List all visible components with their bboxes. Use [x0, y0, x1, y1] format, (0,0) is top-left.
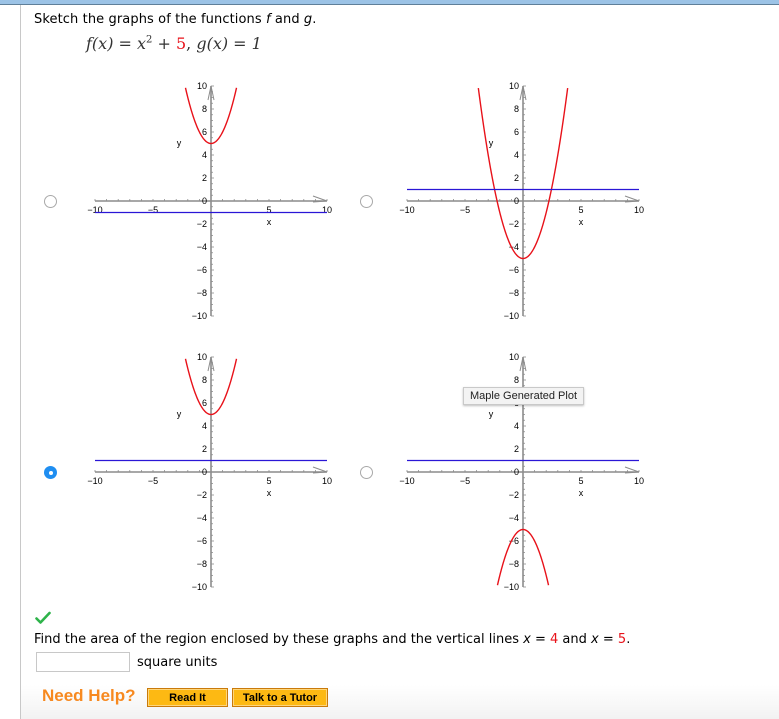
followup-and: and	[558, 632, 592, 647]
y-tick-label: 8	[514, 375, 519, 385]
x-tick-label: 10	[634, 476, 644, 486]
x-tick-label: −5	[460, 476, 470, 486]
x-tick-label: 5	[578, 476, 583, 486]
plot-option-d: −10−5510−10−8−6−4−20246810xy	[399, 352, 644, 592]
eq2: =	[598, 632, 618, 647]
y-tick-label: −4	[509, 513, 519, 523]
followup-period: .	[626, 632, 631, 647]
checkmark-icon	[35, 611, 51, 624]
followup-question: Find the area of the region enclosed by …	[34, 632, 630, 647]
y-tick-label: 2	[514, 444, 519, 454]
x2-var: x	[591, 632, 599, 647]
x-axis-label: x	[579, 488, 584, 498]
y-tick-label: 10	[509, 352, 519, 362]
x1-var: x	[523, 632, 531, 647]
x2-value: 5	[617, 632, 627, 647]
y-tick-label: −2	[509, 490, 519, 500]
y-axis-label: y	[489, 409, 494, 419]
plot-tooltip: Maple Generated Plot	[463, 387, 585, 405]
y-tick-label: −8	[509, 559, 519, 569]
need-help-label: Need Help?	[42, 686, 136, 705]
eq1: =	[530, 632, 551, 647]
x-tick-label: −10	[399, 476, 414, 486]
followup-text: Find the area of the region enclosed by …	[34, 632, 524, 647]
read-it-button[interactable]: Read It	[147, 688, 228, 707]
units-label: square units	[137, 655, 218, 670]
y-tick-label: −10	[504, 582, 519, 592]
y-tick-label: 0	[514, 467, 519, 477]
talk-to-tutor-button[interactable]: Talk to a Tutor	[232, 688, 328, 707]
y-tick-label: 4	[514, 421, 519, 431]
area-answer-input[interactable]	[36, 652, 130, 672]
